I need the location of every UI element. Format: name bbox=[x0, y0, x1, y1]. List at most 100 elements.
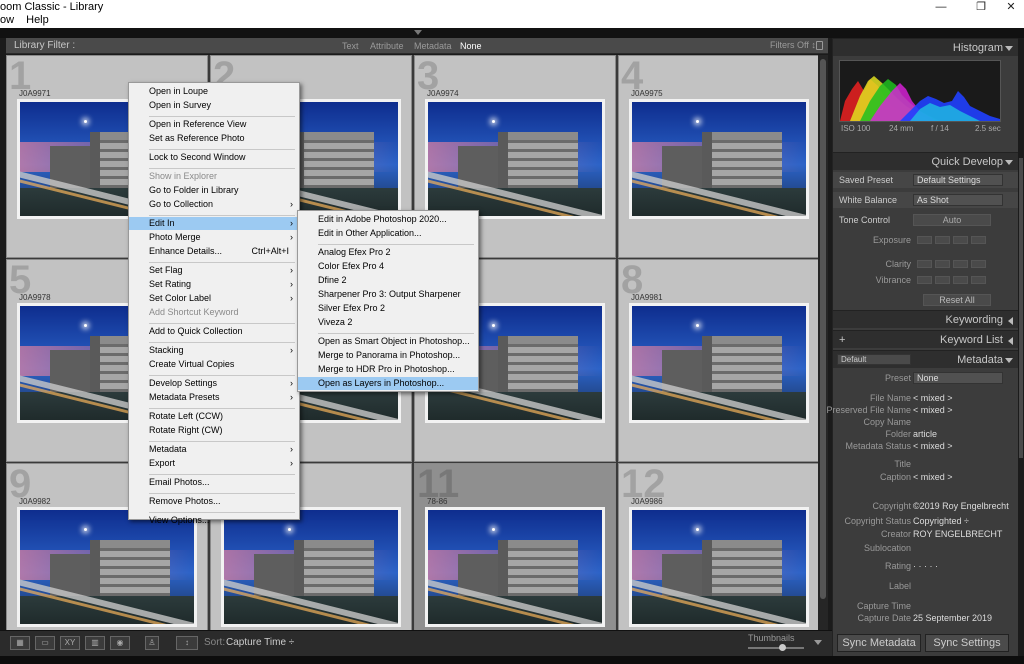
right-panel-scrollbar-thumb[interactable] bbox=[1019, 158, 1023, 458]
compare-view-button[interactable]: XY bbox=[60, 636, 80, 650]
sort-dropdown[interactable]: Capture Time ÷ bbox=[226, 637, 294, 648]
menu-item[interactable]: Rotate Left (CCW) bbox=[129, 410, 299, 423]
menu-item[interactable]: View Options... bbox=[129, 514, 299, 527]
menu-item[interactable]: Analog Efex Pro 2 bbox=[298, 246, 478, 259]
add-keyword-icon[interactable]: + bbox=[839, 331, 845, 349]
grid-view-button[interactable]: ▦ bbox=[10, 636, 30, 650]
grid-scrollbar-thumb[interactable] bbox=[820, 59, 826, 599]
menu-item[interactable]: Email Photos... bbox=[129, 476, 299, 489]
sort-direction-icon[interactable]: ↕ bbox=[176, 636, 198, 650]
menu-item[interactable]: Lock to Second Window bbox=[129, 151, 299, 164]
grid-scrollbar[interactable] bbox=[818, 55, 828, 630]
menu-item[interactable]: Open as Smart Object in Photoshop... bbox=[298, 335, 478, 348]
auto-tone-button[interactable]: Auto bbox=[913, 214, 991, 226]
sync-metadata-button[interactable]: Sync Metadata bbox=[837, 634, 921, 652]
menu-item[interactable]: Color Efex Pro 4 bbox=[298, 260, 478, 273]
filters-off-dropdown[interactable]: Filters Off ↕ bbox=[770, 40, 816, 50]
metadata-field-value[interactable]: ROY ENGELBRECHT bbox=[913, 529, 1002, 539]
survey-view-button[interactable]: ▥ bbox=[85, 636, 105, 650]
menu-help[interactable]: Help bbox=[26, 14, 49, 26]
keywording-header[interactable]: Keywording bbox=[833, 310, 1019, 328]
exposure-steppers[interactable] bbox=[917, 236, 989, 246]
thumbnail-photo[interactable] bbox=[629, 507, 809, 627]
metadata-set-dropdown[interactable]: Default bbox=[837, 354, 911, 365]
menu-item[interactable]: Sharpener Pro 3: Output Sharpener bbox=[298, 288, 478, 301]
metadata-field-value[interactable]: < mixed > bbox=[913, 472, 953, 482]
reset-all-button[interactable]: Reset All bbox=[923, 294, 991, 306]
grid-cell[interactable]: 8 J0A9981 bbox=[618, 259, 818, 462]
people-view-button[interactable]: ◉ bbox=[110, 636, 130, 650]
thumbnail-size-slider-knob[interactable] bbox=[778, 644, 786, 651]
menu-item[interactable]: Set Color Label › bbox=[129, 292, 299, 305]
filter-tab-none[interactable]: None bbox=[460, 40, 482, 52]
menu-item[interactable]: Open in Loupe bbox=[129, 85, 299, 98]
menu-item[interactable]: Enhance Details... Ctrl+Alt+I bbox=[129, 245, 299, 258]
menu-item[interactable]: Metadata › bbox=[129, 443, 299, 456]
menu-item[interactable]: Develop Settings › bbox=[129, 377, 299, 390]
filter-tab-text[interactable]: Text bbox=[342, 40, 359, 52]
menu-item[interactable]: Create Virtual Copies bbox=[129, 358, 299, 371]
menu-item[interactable]: Merge to Panorama in Photoshop... bbox=[298, 349, 478, 362]
metadata-field-value[interactable]: · · · · · bbox=[913, 561, 938, 571]
toolbar-menu-chevron-icon[interactable] bbox=[814, 640, 822, 645]
menu-item[interactable]: Open as Layers in Photoshop... bbox=[298, 377, 478, 390]
menu-item[interactable]: Dfine 2 bbox=[298, 274, 478, 287]
thumbnail-photo[interactable] bbox=[425, 507, 605, 627]
menu-item[interactable]: Viveza 2 bbox=[298, 316, 478, 329]
thumbnail-size-slider[interactable] bbox=[748, 647, 804, 649]
clarity-steppers[interactable] bbox=[917, 260, 989, 270]
painter-icon[interactable]: ♙ bbox=[145, 636, 159, 650]
filter-tab-attribute[interactable]: Attribute bbox=[370, 40, 404, 52]
menu-item[interactable]: Export › bbox=[129, 457, 299, 470]
thumbnail-photo[interactable] bbox=[629, 99, 809, 219]
metadata-preset-dropdown[interactable]: None bbox=[913, 372, 1003, 384]
menu-item[interactable]: Add to Quick Collection bbox=[129, 325, 299, 338]
white-balance-dropdown[interactable]: As Shot bbox=[913, 194, 1003, 206]
menu-item[interactable]: Set Flag › bbox=[129, 264, 299, 277]
metadata-field-value[interactable]: < mixed > bbox=[913, 441, 953, 451]
metadata-field-value[interactable]: 25 September 2019 bbox=[913, 613, 992, 623]
menu-item[interactable]: Set Rating › bbox=[129, 278, 299, 291]
metadata-field-value[interactable]: ©2019 Roy Engelbrecht bbox=[913, 501, 1009, 511]
menu-item[interactable]: Go to Collection › bbox=[129, 198, 299, 211]
menu-item[interactable]: Stacking › bbox=[129, 344, 299, 357]
thumbnail-photo[interactable] bbox=[629, 303, 809, 423]
menu-separator bbox=[149, 474, 295, 475]
grid-cell[interactable]: 4 J0A9975 bbox=[618, 55, 818, 258]
menu-item[interactable]: Open in Survey bbox=[129, 99, 299, 112]
lock-icon[interactable] bbox=[816, 41, 823, 50]
menu-item[interactable]: Metadata Presets › bbox=[129, 391, 299, 404]
sync-settings-button[interactable]: Sync Settings bbox=[925, 634, 1009, 652]
grid-cell[interactable]: 12 J0A9986 bbox=[618, 463, 818, 630]
menu-item[interactable]: Edit In › bbox=[129, 217, 299, 230]
menu-item[interactable]: Edit in Other Application... bbox=[298, 227, 478, 240]
menu-item[interactable]: Go to Folder in Library bbox=[129, 184, 299, 197]
vibrance-steppers[interactable] bbox=[917, 276, 989, 286]
menu-item[interactable]: Remove Photos... bbox=[129, 495, 299, 508]
menu-item[interactable]: Set as Reference Photo bbox=[129, 132, 299, 145]
grid-cell[interactable]: 11 78-86 bbox=[414, 463, 616, 630]
close-icon[interactable]: ✕ bbox=[996, 0, 1024, 14]
saved-preset-dropdown[interactable]: Default Settings bbox=[913, 174, 1003, 186]
menu-item[interactable]: Edit in Adobe Photoshop 2020... bbox=[298, 213, 478, 226]
menu-item[interactable]: Open in Reference View bbox=[129, 118, 299, 131]
thumbnail-photo[interactable] bbox=[425, 99, 605, 219]
menu-window[interactable]: ow bbox=[0, 14, 14, 26]
menu-item[interactable]: Merge to HDR Pro in Photoshop... bbox=[298, 363, 478, 376]
menu-item-label: Open as Layers in Photoshop... bbox=[318, 378, 445, 388]
menu-item[interactable]: Photo Merge › bbox=[129, 231, 299, 244]
keyword-list-header[interactable]: + Keyword List bbox=[833, 330, 1019, 348]
metadata-field-value[interactable]: Copyrighted ÷ bbox=[913, 516, 969, 526]
menu-item[interactable]: Silver Efex Pro 2 bbox=[298, 302, 478, 315]
loupe-view-button[interactable]: ▭ bbox=[35, 636, 55, 650]
menu-item[interactable]: Rotate Right (CW) bbox=[129, 424, 299, 437]
cell-filename: J0A9974 bbox=[427, 89, 459, 98]
top-panel-toggle-icon[interactable] bbox=[414, 30, 422, 35]
quick-develop-header[interactable]: Quick Develop bbox=[833, 152, 1019, 170]
filter-tab-metadata[interactable]: Metadata bbox=[414, 40, 452, 52]
restore-icon[interactable]: ❐ bbox=[966, 0, 996, 14]
right-panel-scrollbar[interactable] bbox=[1018, 38, 1024, 656]
histogram-header[interactable]: Histogram bbox=[833, 38, 1019, 56]
metadata-header[interactable]: Default Metadata bbox=[833, 350, 1019, 368]
minimize-icon[interactable]: — bbox=[926, 0, 956, 14]
